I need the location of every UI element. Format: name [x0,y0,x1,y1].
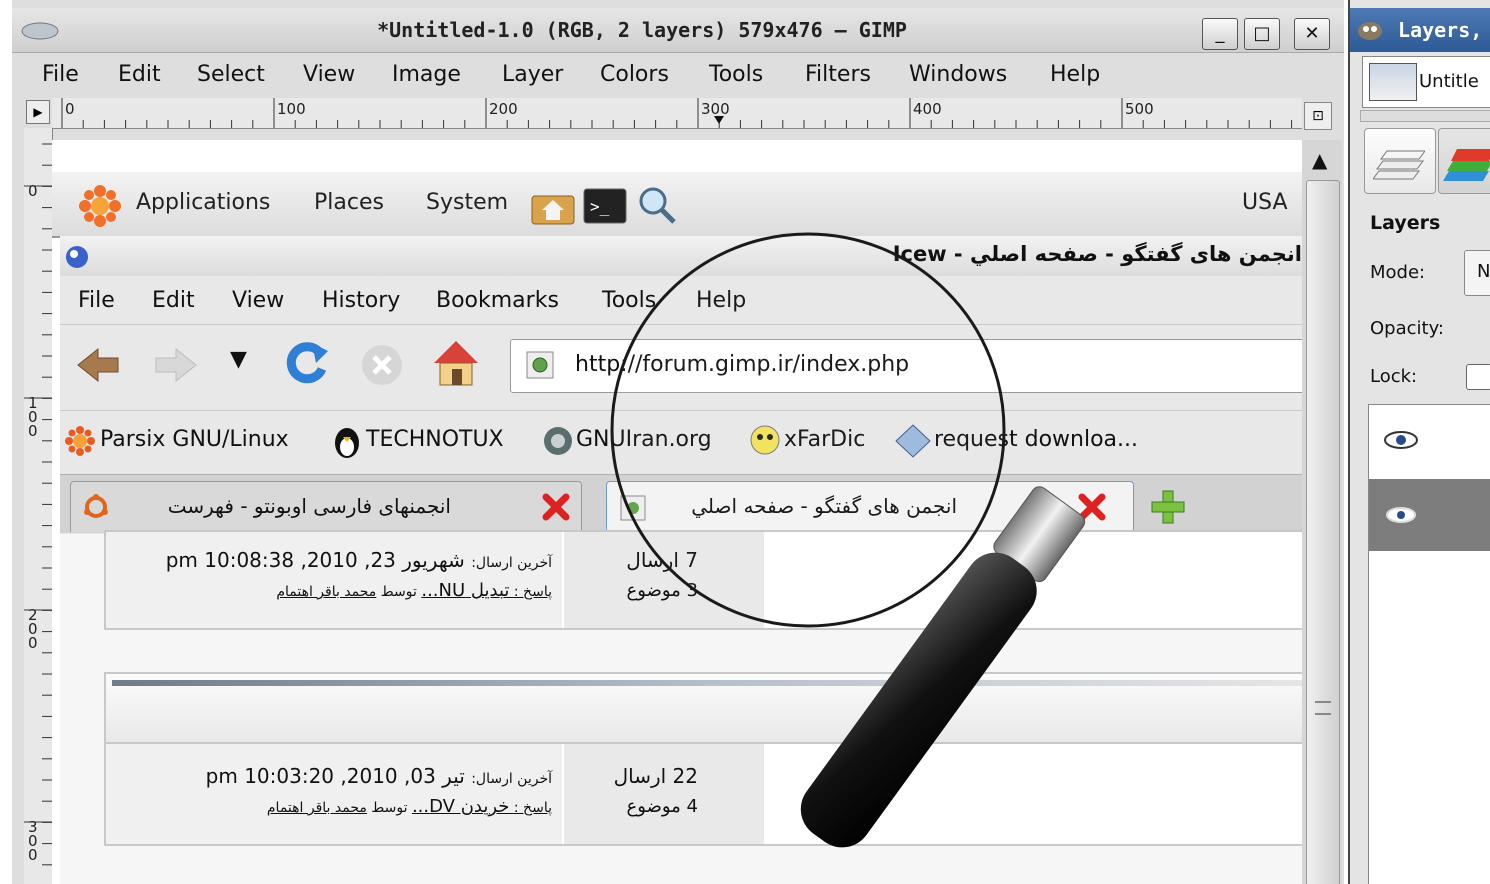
ruler-label: 2 0 0 [28,606,38,652]
dock-title: Layers, [1398,18,1483,42]
image-selector[interactable]: Untitle [1362,56,1490,108]
gimp-wilber-icon [1358,22,1382,40]
ruler-ticks [24,143,52,866]
layer-row[interactable] [1369,405,1490,477]
menu-filters[interactable]: Filters [805,62,871,87]
window-title: *Untitled-1.0 (RGB, 2 layers) 579x476 – … [377,18,907,42]
menu-edit[interactable]: Edit [118,62,161,87]
zoom-navigate-icon[interactable]: ⊡ [1304,102,1332,130]
scroll-up-arrow-icon[interactable]: ▲ [1312,148,1327,172]
mode-value: N [1477,261,1490,282]
layers-list [1368,404,1490,884]
gimp-image-window: *Untitled-1.0 (RGB, 2 layers) 579x476 – … [12,0,1344,884]
vertical-scrollbar[interactable]: ▲ [1302,140,1342,884]
ruler-label: 400 [913,100,942,118]
menu-image[interactable]: Image [392,62,461,87]
tab-layers[interactable] [1364,128,1436,194]
layers-dock: Layers, Untitle Layers Mode: N Opacity: … [1348,0,1490,884]
ruler-label: 100 [277,100,306,118]
ruler-label: 200 [489,100,518,118]
magnifying-glass-icon [610,232,1086,848]
layers-heading: Layers [1370,212,1441,234]
channels-icon [1443,149,1490,181]
ruler-label: 3 0 0 [28,818,38,864]
visibility-eye-icon[interactable] [1383,429,1419,451]
ruler-label: 1 0 0 [28,394,38,440]
mode-dropdown[interactable]: N [1464,250,1490,296]
quick-mask-menu-icon[interactable]: ▶ [26,100,50,124]
layer-row-selected[interactable] [1369,479,1490,551]
opacity-label: Opacity: [1370,318,1444,339]
image-thumbnail [1369,63,1417,101]
menu-colors[interactable]: Colors [600,62,669,87]
horizontal-ruler[interactable]: 0 100 200 300 400 500 [52,98,1302,129]
scrollbar-thumb[interactable] [1306,180,1340,884]
image-name: Untitle [1419,71,1479,92]
vertical-ruler[interactable]: 0 1 0 0 2 0 0 3 0 0 [24,128,53,884]
dock-title-bar: Layers, [1350,8,1490,52]
lock-alpha-checkbox[interactable] [1466,364,1490,390]
menu-layer[interactable]: Layer [502,62,563,87]
menu-select[interactable]: Select [197,62,265,87]
layers-icon [1373,150,1425,180]
ruler-label: 0 [65,100,75,118]
dock-separator [1360,110,1490,122]
menu-windows[interactable]: Windows [909,62,1007,87]
minimize-button[interactable]: _ [1202,18,1238,50]
visibility-eye-icon[interactable] [1385,505,1417,525]
title-bar: *Untitled-1.0 (RGB, 2 layers) 579x476 – … [12,8,1344,53]
ruler-label: 300 [701,100,730,118]
lock-label: Lock: [1370,366,1418,387]
ruler-label: 500 [1125,100,1154,118]
scroll-grip-icon [1315,701,1331,715]
image-canvas[interactable]: Applications Places System >_ USA Icew -… [52,140,1302,884]
close-button[interactable]: ✕ [1294,18,1330,50]
menu-file[interactable]: File [42,62,79,87]
tab-channels[interactable] [1438,128,1490,194]
mode-label: Mode: [1370,262,1426,283]
ruler-ticks [61,98,1293,128]
menu-help[interactable]: Help [1050,62,1100,87]
maximize-button[interactable]: □ [1244,18,1280,50]
ruler-label: 0 [28,182,38,200]
menu-view[interactable]: View [303,62,355,87]
menu-tools[interactable]: Tools [709,62,763,87]
gimp-menubar: File Edit Select View Image Layer Colors… [12,54,1344,96]
